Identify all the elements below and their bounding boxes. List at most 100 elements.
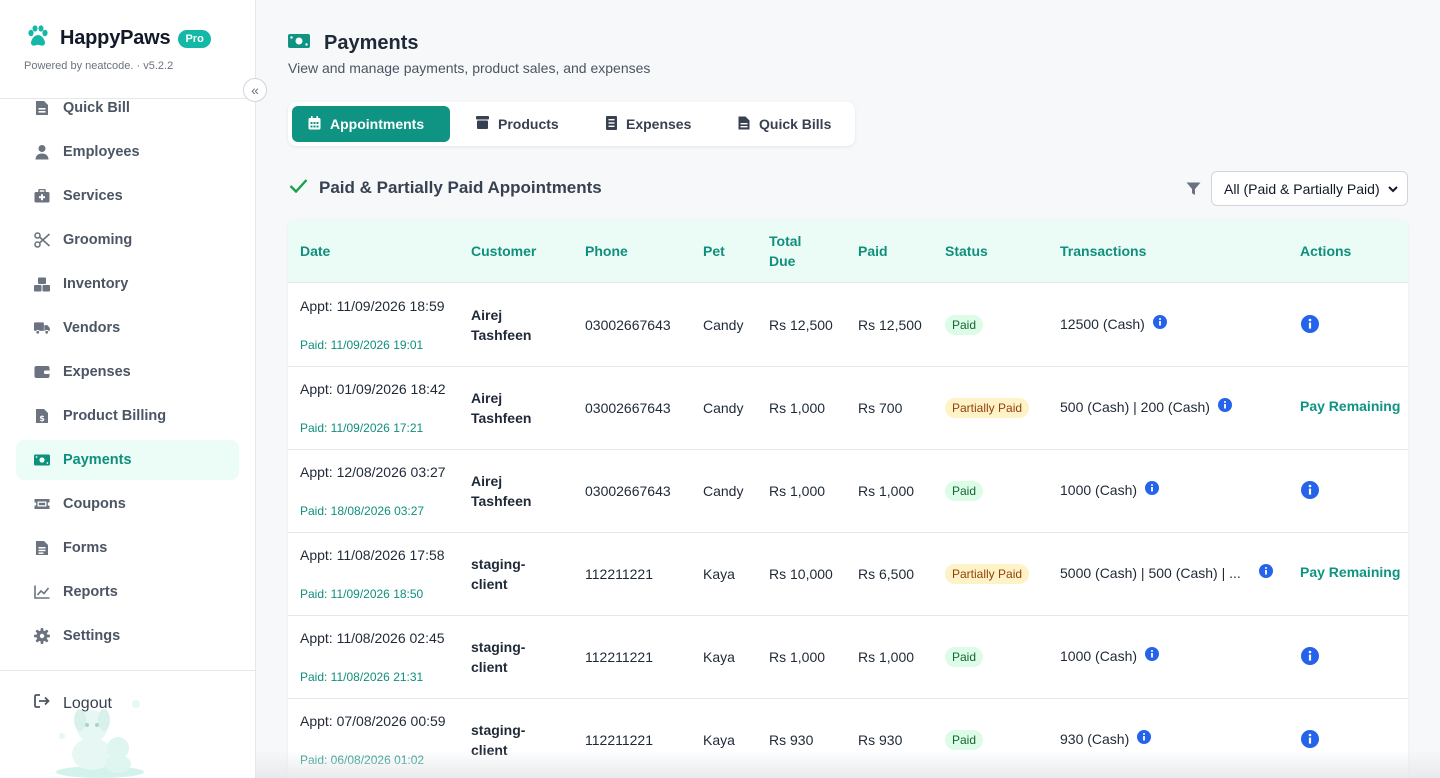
paid-amount: Rs 12,500	[858, 317, 922, 333]
column-header-date[interactable]: Date	[300, 241, 330, 261]
tab-products[interactable]: Products	[460, 106, 575, 142]
sidebar-item-expenses[interactable]: Expenses	[16, 352, 239, 392]
transactions: 1000 (Cash)	[1060, 481, 1160, 498]
tab-label: Products	[498, 116, 559, 132]
brand-name: HappyPaws	[60, 27, 171, 49]
view-details-info-icon[interactable]	[1301, 481, 1319, 504]
cog-icon	[34, 628, 50, 644]
appointment-datetime: Appt: 12/08/2026 03:27	[300, 464, 446, 480]
sidebar-item-inventory[interactable]: Inventory	[16, 264, 239, 304]
file-invoice-icon	[34, 100, 50, 116]
transactions: 1000 (Cash)	[1060, 647, 1160, 664]
sidebar-item-coupons[interactable]: Coupons	[16, 484, 239, 524]
sidebar-item-label: Vendors	[63, 320, 121, 336]
table-row: Appt: 01/09/2026 18:42 Paid: 11/09/2026 …	[288, 367, 1408, 450]
sidebar-item-grooming[interactable]: Grooming	[16, 220, 239, 260]
info-icon[interactable]	[1152, 315, 1167, 332]
wallet-icon	[34, 364, 50, 380]
table-row: Appt: 12/08/2026 03:27 Paid: 18/08/2026 …	[288, 450, 1408, 533]
payments-table: Date Customer Phone Pet Total Due Paid S…	[288, 220, 1408, 778]
info-icon[interactable]	[1145, 647, 1160, 664]
briefcase-medical-icon	[34, 188, 50, 204]
sidebar-item-label: Coupons	[63, 496, 126, 512]
ticket-icon	[34, 496, 50, 512]
status-badge: Partially Paid	[945, 564, 1030, 584]
status-badge: Paid	[945, 315, 984, 335]
status-badge: Partially Paid	[945, 398, 1030, 418]
sidebar-item-payments[interactable]: Payments	[16, 440, 239, 480]
status-badge: Paid	[945, 647, 984, 667]
paid-datetime: Paid: 11/08/2026 21:31	[300, 670, 424, 684]
tab-label: Quick Bills	[759, 116, 832, 132]
customer-name: staging-client	[471, 639, 526, 675]
calendar-icon	[308, 115, 321, 133]
column-header-pet[interactable]: Pet	[703, 241, 725, 261]
status-badge: Paid	[945, 481, 984, 501]
tab-label: Appointments	[330, 116, 425, 132]
column-header-customer[interactable]: Customer	[471, 241, 536, 261]
phone: 03002667643	[585, 317, 671, 333]
transactions-text: 930 (Cash)	[1060, 730, 1130, 747]
column-header-status[interactable]: Status	[945, 241, 988, 261]
sidebar-item-label: Reports	[63, 584, 118, 600]
view-details-info-icon[interactable]	[1301, 647, 1319, 670]
powered-by: Powered by neatcode. · v5.2.2	[24, 60, 174, 72]
column-header-transactions[interactable]: Transactions	[1060, 241, 1146, 261]
view-details-info-icon[interactable]	[1301, 730, 1319, 753]
sidebar-item-settings[interactable]: Settings	[16, 616, 239, 656]
info-icon[interactable]	[1258, 564, 1273, 581]
transactions-text: 1000 (Cash)	[1060, 481, 1138, 498]
pay-remaining-button[interactable]: Pay Remaining	[1300, 398, 1400, 414]
pet-name: Kaya	[703, 649, 735, 665]
column-header-phone[interactable]: Phone	[585, 241, 628, 261]
sign-out-icon	[34, 694, 50, 713]
chevron-down-icon	[1387, 182, 1399, 198]
sidebar-item-quick-bill[interactable]: Quick Bill	[16, 88, 239, 128]
phone: 03002667643	[585, 400, 671, 416]
appointment-datetime: Appt: 07/08/2026 00:59	[300, 713, 446, 729]
total-due: Rs 1,000	[769, 649, 826, 665]
sidebar-item-reports[interactable]: Reports	[16, 572, 239, 612]
column-header-paid[interactable]: Paid	[858, 241, 888, 261]
sidebar-item-product-billing[interactable]: $ Product Billing	[16, 396, 239, 436]
tab-expenses[interactable]: Expenses	[590, 106, 707, 142]
table-row: Appt: 11/08/2026 02:45 Paid: 11/08/2026 …	[288, 616, 1408, 699]
sidebar-item-label: Expenses	[63, 364, 131, 380]
customer-name: staging-client	[471, 722, 526, 758]
status-badge: Paid	[945, 730, 984, 750]
transactions-text: 5000 (Cash) | 500 (Cash) | ...	[1060, 564, 1241, 581]
filter-select-value: All (Paid & Partially Paid)	[1224, 180, 1380, 197]
pay-remaining-button[interactable]: Pay Remaining	[1300, 564, 1400, 580]
pro-badge: Pro	[178, 29, 211, 48]
column-header-total-due[interactable]: Total Due	[769, 231, 817, 271]
page-title: Payments	[324, 32, 419, 54]
sidebar-item-employees[interactable]: Employees	[16, 132, 239, 172]
brand[interactable]: HappyPaws Pro	[26, 24, 211, 53]
table-row: Appt: 11/09/2026 18:59 Paid: 11/09/2026 …	[288, 284, 1408, 367]
paid-amount: Rs 6,500	[858, 566, 915, 582]
phone: 112211221	[585, 732, 653, 748]
paid-datetime: Paid: 11/09/2026 17:21	[300, 421, 424, 435]
customer-name: Airej Tashfeen	[471, 390, 532, 426]
collapse-sidebar-button[interactable]: «	[243, 78, 267, 102]
tab-appointments[interactable]: Appointments	[292, 106, 450, 142]
tab-quick-bills[interactable]: Quick Bills	[722, 106, 847, 142]
info-icon[interactable]	[1137, 730, 1152, 747]
total-due: Rs 1,000	[769, 483, 826, 499]
file-invoice-icon	[738, 116, 750, 133]
money-bill-icon	[288, 33, 310, 54]
sidebar-item-label: Product Billing	[63, 408, 167, 424]
info-icon[interactable]	[1217, 398, 1232, 415]
info-icon[interactable]	[1145, 481, 1160, 498]
sidebar-item-vendors[interactable]: Vendors	[16, 308, 239, 348]
sidebar-item-forms[interactable]: Forms	[16, 528, 239, 568]
transactions: 12500 (Cash)	[1060, 315, 1167, 332]
total-due: Rs 10,000	[769, 566, 833, 582]
sidebar-item-services[interactable]: Services	[16, 176, 239, 216]
view-details-info-icon[interactable]	[1301, 315, 1319, 338]
status-filter-select[interactable]: All (Paid & Partially Paid)	[1211, 171, 1408, 206]
appointment-datetime: Appt: 01/09/2026 18:42	[300, 381, 446, 397]
column-header-actions[interactable]: Actions	[1300, 241, 1351, 261]
section-title-text: Paid & Partially Paid Appointments	[319, 178, 602, 197]
pet-name: Kaya	[703, 732, 735, 748]
